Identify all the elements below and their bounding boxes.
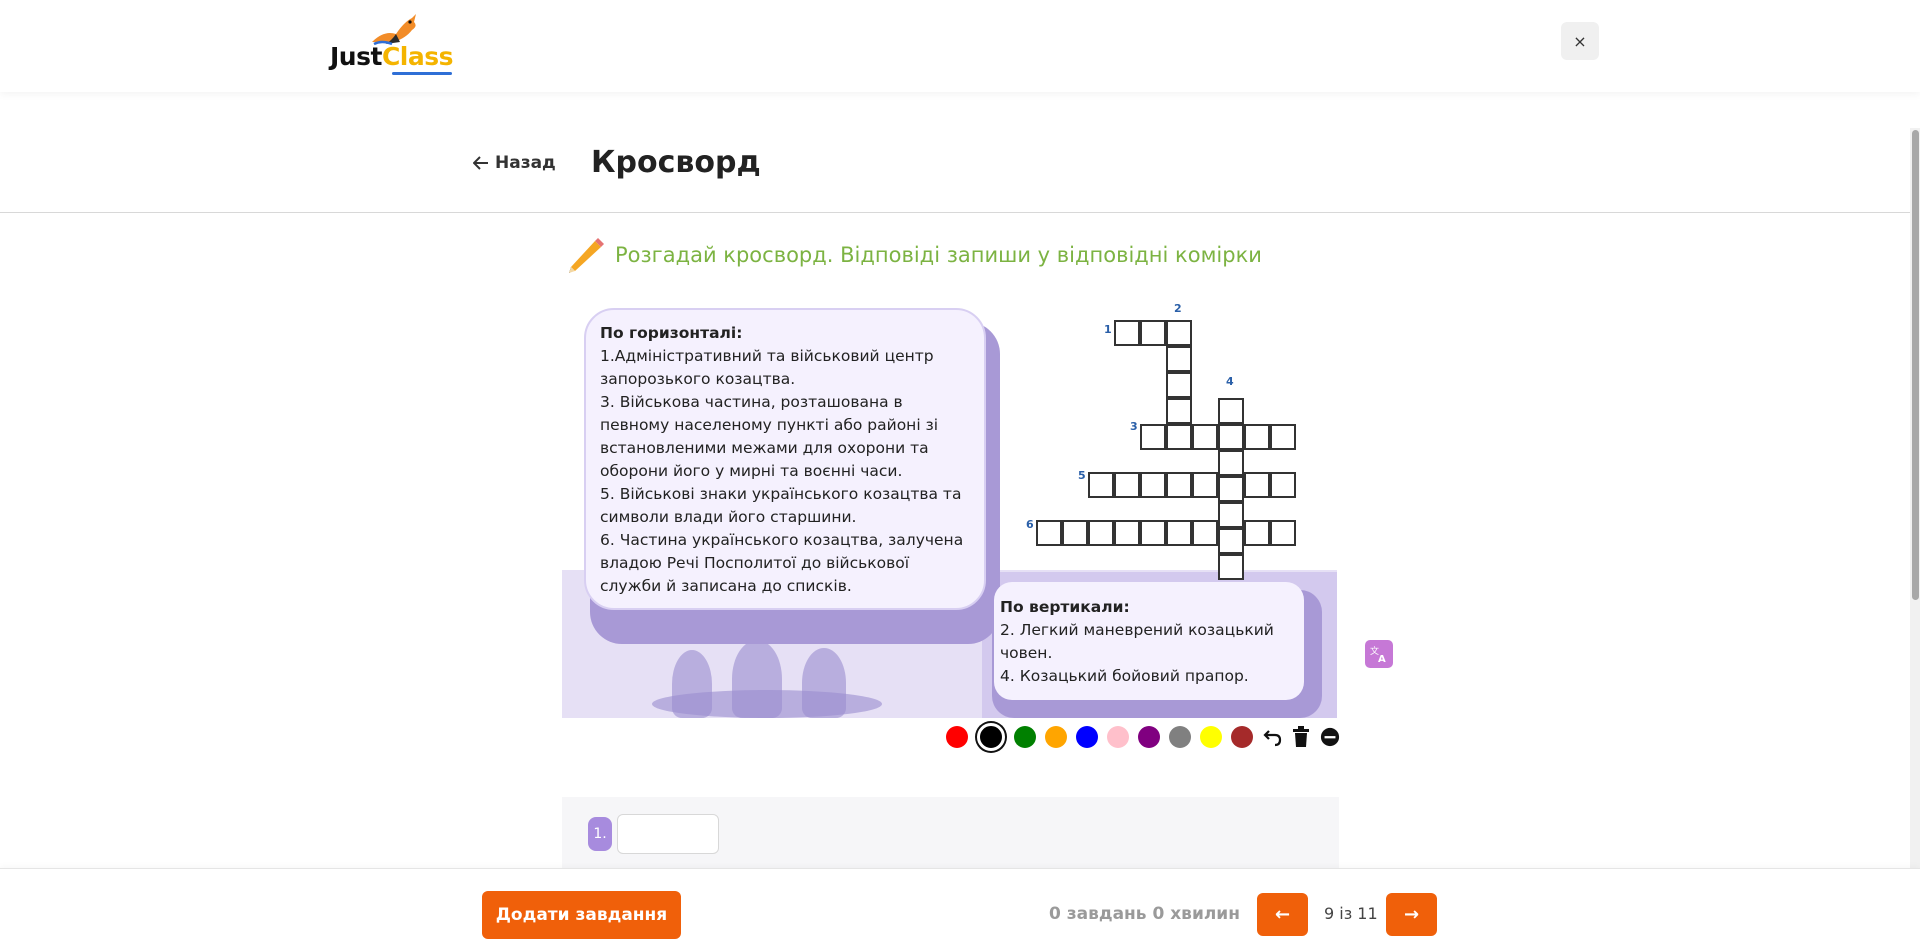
color-swatch[interactable] xyxy=(1045,726,1067,748)
crossword-cell xyxy=(1166,372,1192,398)
pencil-icon xyxy=(569,238,604,273)
crossword-cell xyxy=(1088,520,1114,546)
color-swatch[interactable] xyxy=(1138,726,1160,748)
horizontal-clue-6: 6. Частина українського козацтва, залуче… xyxy=(600,531,964,595)
crossword-cell xyxy=(1192,424,1218,450)
close-button[interactable]: × xyxy=(1561,22,1599,60)
crossword-cell xyxy=(1166,424,1192,450)
horizontal-clue-5: 5. Військові знаки українського козацтва… xyxy=(600,485,962,526)
crossword-cell xyxy=(1140,520,1166,546)
crossword-cell xyxy=(1218,476,1244,502)
grid-number-6: 6 xyxy=(1026,518,1034,531)
add-task-button[interactable]: Додати завдання xyxy=(482,891,681,939)
page-title: Кросворд xyxy=(591,145,761,180)
crossword-cell xyxy=(1218,554,1244,580)
back-link[interactable]: Назад xyxy=(473,153,556,173)
crossword-cell xyxy=(1270,472,1296,498)
color-swatch[interactable] xyxy=(1107,726,1129,748)
vertical-heading: По вертикали: xyxy=(1000,598,1130,616)
vertical-clues-card: По вертикали: 2. Легкий маневрений козац… xyxy=(994,582,1304,700)
crossword-cell xyxy=(1244,472,1270,498)
horizontal-clues-card: По горизонталі: 1.Адміністративний та ві… xyxy=(584,308,986,610)
color-swatch[interactable] xyxy=(946,726,968,748)
crossword-cell xyxy=(1218,398,1244,424)
grid-number-4: 4 xyxy=(1226,375,1234,388)
crossword-cell xyxy=(1244,520,1270,546)
drum-silhouette xyxy=(652,690,882,718)
crossword-image: По горизонталі: 1.Адміністративний та ві… xyxy=(562,300,1337,718)
crossword-cell xyxy=(1062,520,1088,546)
task-summary: 0 завдань 0 хвилин xyxy=(1049,904,1240,924)
logo-class-text: Class xyxy=(381,42,454,71)
color-swatch[interactable] xyxy=(1200,726,1222,748)
crossword-cell xyxy=(1166,520,1192,546)
task-instruction-row: Розгадай кросворд. Відповіді запиши у ві… xyxy=(565,235,1262,275)
translate-icon: 文 A xyxy=(1370,645,1386,664)
back-label: Назад xyxy=(495,153,556,173)
grid-number-5: 5 xyxy=(1078,469,1086,482)
crossword-cell xyxy=(1166,472,1192,498)
justclass-logo[interactable]: JustClass xyxy=(330,12,455,76)
color-swatch[interactable] xyxy=(1169,726,1191,748)
vertical-clue-4: 4. Козацький бойовий прапор. xyxy=(1000,667,1249,685)
horizontal-heading: По горизонталі: xyxy=(600,324,743,342)
crossword-cell xyxy=(1114,472,1140,498)
horizontal-clue-1: 1.Адміністративний та військовий центр з… xyxy=(600,347,934,388)
horizontal-clue-3: 3. Військова частина, розташована в певн… xyxy=(600,393,939,480)
crossword-cell xyxy=(1166,320,1192,346)
crossword-cell xyxy=(1218,424,1244,450)
crossword-cell xyxy=(1088,472,1114,498)
scrollbar-thumb[interactable] xyxy=(1912,130,1919,600)
crossword-cell xyxy=(1244,424,1270,450)
grid-number-2: 2 xyxy=(1174,302,1182,315)
crossword-cell xyxy=(1218,450,1244,476)
crossword-cell xyxy=(1036,520,1062,546)
crossword-cell xyxy=(1140,424,1166,450)
color-swatch[interactable] xyxy=(1231,726,1253,748)
eraser-icon[interactable] xyxy=(1320,726,1340,748)
arrow-left-icon xyxy=(473,156,488,170)
crossword-cell xyxy=(1270,424,1296,450)
crossword-cell xyxy=(1218,528,1244,554)
crossword-cell xyxy=(1114,520,1140,546)
logo-just-text: Just xyxy=(330,42,382,71)
grid-number-3: 3 xyxy=(1130,420,1138,433)
crossword-cell xyxy=(1192,472,1218,498)
task-instruction: Розгадай кросворд. Відповіді запиши у ві… xyxy=(615,243,1262,267)
logo-underline xyxy=(392,72,452,75)
bottom-footer xyxy=(0,868,1920,949)
page-counter: 9 із 11 xyxy=(1324,904,1378,923)
crossword-cell xyxy=(1140,472,1166,498)
header-divider xyxy=(0,212,1910,213)
color-swatch[interactable] xyxy=(1014,726,1036,748)
crossword-cell xyxy=(1166,398,1192,424)
grid-number-1: 1 xyxy=(1104,323,1112,336)
color-swatch[interactable] xyxy=(1076,726,1098,748)
vertical-clue-2: 2. Легкий маневрений козацький човен. xyxy=(1000,621,1274,662)
fox-mascot-icon xyxy=(372,14,416,46)
crossword-cell xyxy=(1270,520,1296,546)
prev-button[interactable]: ← xyxy=(1257,893,1308,936)
answer-number-badge: 1. xyxy=(588,817,612,851)
undo-icon[interactable] xyxy=(1262,726,1282,748)
crossword-cell xyxy=(1192,520,1218,546)
top-header: JustClass × xyxy=(0,0,1920,92)
color-swatch[interactable] xyxy=(977,723,1005,751)
answer-input-1[interactable] xyxy=(617,814,719,854)
crossword-cell xyxy=(1140,320,1166,346)
svg-text:A: A xyxy=(1378,654,1386,664)
drawing-palette xyxy=(946,723,1340,751)
crossword-cell xyxy=(1114,320,1140,346)
logo-wordmark: JustClass xyxy=(330,42,454,71)
trash-icon[interactable] xyxy=(1291,726,1311,748)
crossword-cell xyxy=(1218,502,1244,528)
crossword-cell xyxy=(1166,346,1192,372)
next-button[interactable]: → xyxy=(1386,893,1437,936)
translate-button[interactable]: 文 A xyxy=(1365,640,1393,668)
